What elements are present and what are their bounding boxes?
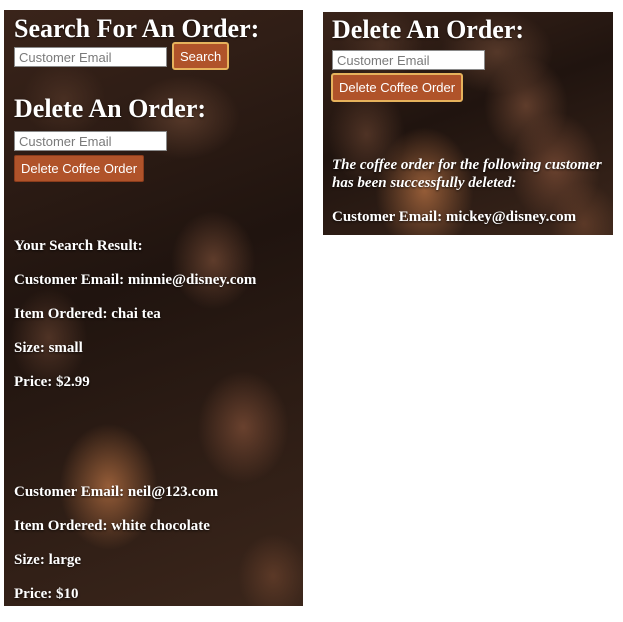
search-email-input[interactable] [14, 47, 167, 67]
order-email: Customer Email: minnie@disney.com [14, 272, 257, 288]
delete-email-input[interactable] [332, 50, 485, 70]
delete-heading: Delete An Order: [14, 94, 207, 123]
search-heading: Search For An Order: [14, 14, 260, 43]
delete-confirmation-panel: Delete An Order: Delete Coffee Order The… [323, 12, 613, 235]
order-size: Size: large [14, 552, 82, 568]
order-email: Customer Email: neil@123.com [14, 484, 219, 500]
deleted-customer-email: Customer Email: mickey@disney.com [332, 209, 577, 225]
delete-success-message: The coffee order for the following custo… [332, 157, 602, 191]
order-price: Price: $10 [14, 586, 79, 602]
search-button[interactable]: Search [172, 42, 230, 70]
order-item: Item Ordered: chai tea [14, 306, 161, 322]
order-price: Price: $2.99 [14, 374, 90, 390]
delete-email-input[interactable] [14, 131, 167, 151]
search-delete-panel: Search For An Order: Search Delete An Or… [4, 10, 303, 606]
delete-coffee-order-button[interactable]: Delete Coffee Order [331, 73, 464, 102]
search-result-heading: Your Search Result: [14, 238, 143, 254]
order-size: Size: small [14, 340, 83, 356]
delete-heading: Delete An Order: [332, 15, 525, 44]
delete-coffee-order-button[interactable]: Delete Coffee Order [14, 155, 145, 182]
order-item: Item Ordered: white chocolate [14, 518, 210, 534]
